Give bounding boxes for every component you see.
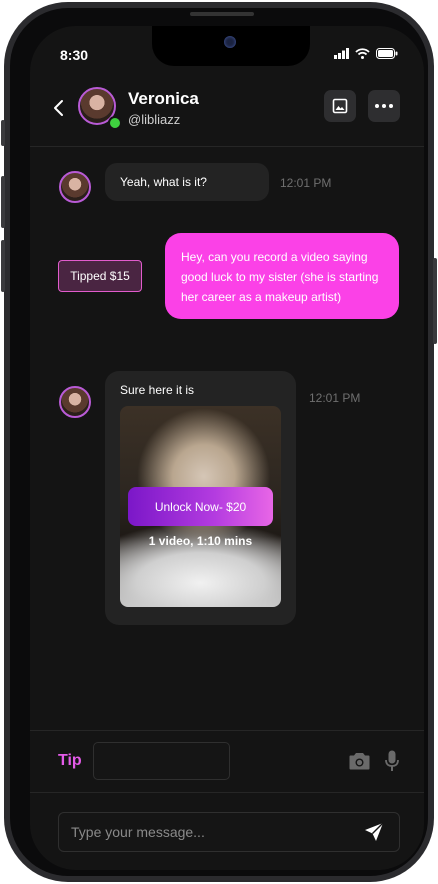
speaker-grille <box>190 12 254 16</box>
volume-down-button <box>1 240 5 292</box>
microphone-icon[interactable] <box>385 750 399 772</box>
tip-amount-input[interactable] <box>93 742 230 780</box>
power-button <box>433 258 437 344</box>
wifi-icon <box>355 48 370 59</box>
more-options-button[interactable] <box>368 90 400 122</box>
status-icons <box>334 48 398 59</box>
gallery-button[interactable] <box>324 90 356 122</box>
message-bubble-outgoing: Hey, can you record a video saying good … <box>165 233 399 319</box>
chat-header: Veronica @libliazz <box>30 78 424 147</box>
status-time: 8:30 <box>60 47 89 63</box>
message-bubble-incoming: Yeah, what is it? <box>105 163 269 201</box>
message-time: 12:01 PM <box>309 391 361 405</box>
media-caption: Sure here it is <box>120 383 195 397</box>
locked-video-preview: Unlock Now- $20 1 video, 1:10 mins <box>120 406 281 607</box>
message-avatar <box>59 386 91 418</box>
notch <box>152 26 310 66</box>
volume-up-button <box>1 176 5 228</box>
send-icon[interactable] <box>364 822 384 842</box>
online-indicator <box>108 116 122 130</box>
message-time: 12:01 PM <box>280 176 332 190</box>
tip-label: Tip <box>58 752 82 769</box>
contact-handle: @libliazz <box>128 112 181 127</box>
unlock-now-button[interactable]: Unlock Now- $20 <box>128 487 273 526</box>
front-camera <box>224 36 236 48</box>
phone-frame: 8:30 Veronica @libliazz Yeah, what is it… <box>1 2 437 882</box>
mute-switch <box>1 120 5 146</box>
screen: 8:30 Veronica @libliazz Yeah, what is it… <box>30 26 424 870</box>
composer-divider-bottom <box>30 792 424 793</box>
signal-icon <box>334 48 349 59</box>
more-dots-icon <box>375 104 393 108</box>
composer-divider <box>30 730 424 731</box>
image-icon <box>332 98 348 114</box>
contact-name: Veronica <box>128 89 199 108</box>
message-avatar <box>59 171 91 203</box>
back-arrow-icon[interactable] <box>52 98 66 118</box>
battery-icon <box>376 48 398 59</box>
tipped-badge: Tipped $15 <box>58 260 142 292</box>
camera-icon[interactable] <box>349 752 370 770</box>
video-info: 1 video, 1:10 mins <box>148 534 253 548</box>
message-input[interactable]: Type your message... <box>58 812 400 852</box>
